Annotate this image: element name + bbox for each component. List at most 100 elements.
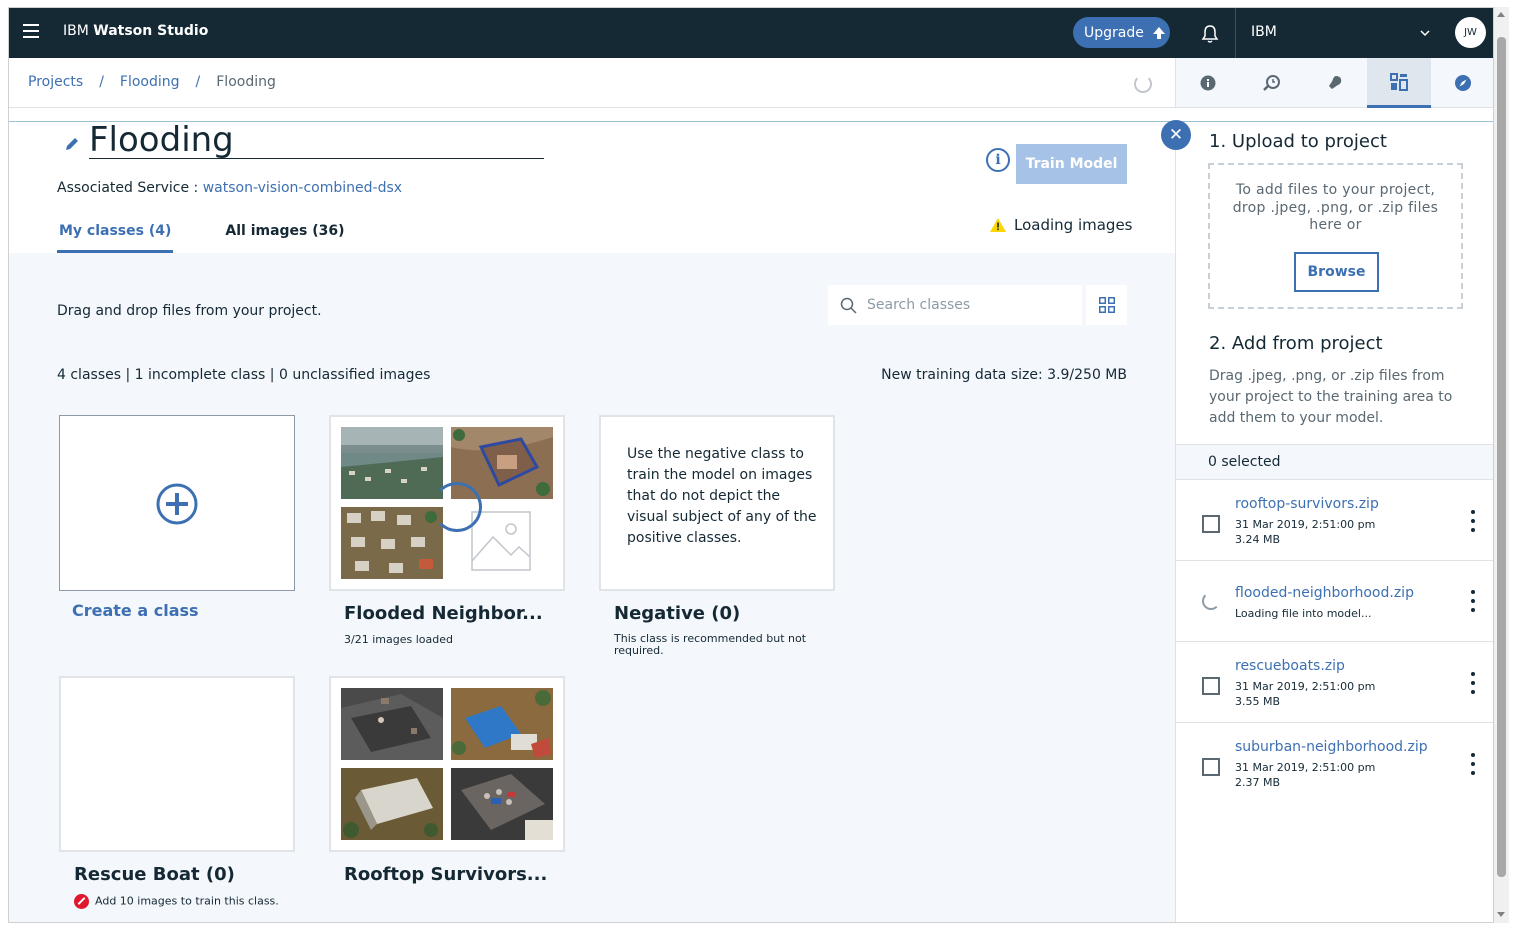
overflow-menu-icon[interactable]: [1468, 510, 1478, 532]
scrollbar-thumb[interactable]: [1497, 37, 1506, 877]
associated-service-link[interactable]: watson-vision-combined-dsx: [203, 180, 402, 196]
search-box[interactable]: [828, 285, 1082, 325]
upload-arrow-icon: [1152, 26, 1165, 39]
dropzone-text: To add files to your project, drop .jpeg…: [1232, 182, 1439, 233]
tab-history[interactable]: [1240, 58, 1304, 108]
vertical-scrollbar[interactable]: [1494, 7, 1509, 923]
create-class-card[interactable]: [59, 415, 295, 591]
class-card-negative[interactable]: Use the negative class to train the mode…: [599, 415, 835, 591]
add-from-project-description: Drag .jpeg, .png, or .zip files from you…: [1209, 368, 1453, 426]
loading-spinner-icon: [1134, 75, 1152, 93]
upgrade-button[interactable]: Upgrade: [1073, 17, 1170, 48]
thumbnail-image: [451, 768, 553, 840]
file-name[interactable]: rescueboats.zip: [1235, 658, 1345, 674]
overflow-menu-icon[interactable]: [1468, 672, 1478, 694]
upgrade-label: Upgrade: [1084, 24, 1144, 41]
info-circle-icon[interactable]: i: [986, 148, 1010, 172]
file-status: Loading file into model...: [1235, 607, 1372, 620]
brand-name: Watson Studio: [93, 23, 209, 39]
file-item[interactable]: suburban-neighborhood.zip 31 Mar 2019, 2…: [1176, 723, 1493, 804]
class-card-flooded-neighborhood[interactable]: [329, 415, 565, 591]
class-title[interactable]: Rescue Boat (0): [74, 864, 235, 885]
associated-service-label: Associated Service :: [57, 180, 199, 196]
class-thumbnails: [341, 427, 555, 581]
class-warning-text: Add 10 images to train this class.: [95, 894, 279, 908]
overflow-menu-icon[interactable]: [1468, 590, 1478, 612]
loading-spinner-icon: [432, 482, 482, 532]
class-card-rescue-boat[interactable]: [59, 676, 295, 852]
tab-my-classes[interactable]: My classes (4): [57, 216, 174, 253]
file-date: 31 Mar 2019, 2:51:00 pm: [1235, 518, 1376, 531]
grid-view-icon: [1098, 297, 1115, 313]
create-class-link[interactable]: Create a class: [72, 601, 199, 620]
file-size: 2.37 MB: [1235, 776, 1281, 789]
class-card-rooftop-survivors[interactable]: [329, 676, 565, 852]
file-name[interactable]: rooftop-survivors.zip: [1235, 496, 1379, 512]
brand-prefix: IBM: [63, 23, 89, 39]
datasize-value: 3.9/250 MB: [1047, 367, 1127, 383]
loading-status-text: Loading images: [1014, 216, 1133, 234]
grid-view-toggle[interactable]: [1086, 285, 1127, 325]
class-tabs: My classes (4) All images (36): [57, 216, 397, 254]
associated-service: Associated Service : watson-vision-combi…: [57, 180, 402, 196]
upload-dropzone[interactable]: To add files to your project, drop .jpeg…: [1208, 163, 1463, 309]
train-model-button[interactable]: Train Model: [1016, 144, 1127, 184]
file-checkbox[interactable]: [1202, 758, 1220, 776]
file-item[interactable]: flooded-neighborhood.zip Loading file in…: [1176, 561, 1493, 642]
browse-button[interactable]: Browse: [1294, 252, 1379, 292]
breadcrumb: Projects / Flooding / Flooding: [28, 74, 276, 90]
class-warning: Add 10 images to train this class.: [74, 894, 279, 909]
edit-pencil-icon[interactable]: [65, 137, 79, 151]
negative-class-description: Use the negative class to train the mode…: [627, 446, 817, 546]
model-title-input[interactable]: Flooding: [89, 122, 544, 159]
data-panel: 1. Upload to project To add files to you…: [1175, 122, 1493, 922]
tab-info[interactable]: [1176, 58, 1240, 108]
compass-icon: [1455, 75, 1472, 91]
file-checkbox[interactable]: [1202, 515, 1220, 533]
history-icon: [1262, 75, 1280, 91]
overflow-menu-icon[interactable]: [1468, 753, 1478, 775]
file-checkbox[interactable]: [1202, 677, 1220, 695]
class-title[interactable]: Flooded Neighbor...: [344, 603, 543, 624]
tab-data[interactable]: [1367, 58, 1432, 108]
user-avatar[interactable]: JW: [1455, 17, 1486, 48]
file-item[interactable]: rooftop-survivors.zip 31 Mar 2019, 2:51:…: [1176, 480, 1493, 561]
breadcrumb-projects[interactable]: Projects: [28, 74, 83, 90]
search-icon: [840, 297, 857, 314]
info-icon: [1200, 75, 1216, 91]
scroll-up-arrow-icon[interactable]: [1497, 12, 1505, 17]
add-from-project-heading: 2. Add from project: [1209, 333, 1383, 354]
loading-status: Loading images: [990, 216, 1132, 234]
search-input[interactable]: [867, 297, 1067, 313]
tab-all-images[interactable]: All images (36): [223, 216, 346, 253]
tab-explore[interactable]: [1431, 58, 1493, 108]
thumbnail-image: [341, 768, 443, 840]
file-name[interactable]: flooded-neighborhood.zip: [1235, 585, 1414, 601]
close-panel-button[interactable]: ✕: [1161, 120, 1191, 150]
breadcrumb-separator: /: [195, 74, 201, 90]
file-size: 3.55 MB: [1235, 695, 1281, 708]
account-divider: [1235, 8, 1236, 58]
file-name[interactable]: suburban-neighborhood.zip: [1235, 739, 1428, 755]
class-thumbnails: [341, 688, 555, 842]
thumbnail-image: [341, 427, 443, 499]
thumbnail-image: [341, 507, 443, 579]
image-placeholder-icon: [471, 511, 531, 571]
class-title[interactable]: Rooftop Survivors...: [344, 864, 547, 885]
scroll-down-arrow-icon[interactable]: [1497, 912, 1505, 917]
class-counts: 4 classes | 1 incomplete class | 0 uncla…: [57, 367, 431, 383]
file-item[interactable]: rescueboats.zip 31 Mar 2019, 2:51:00 pm …: [1176, 642, 1493, 723]
breadcrumb-current: Flooding: [216, 74, 276, 90]
class-title[interactable]: Negative (0): [614, 603, 740, 624]
breadcrumb-project[interactable]: Flooding: [120, 74, 180, 90]
file-date: 31 Mar 2019, 2:51:00 pm: [1235, 680, 1376, 693]
tab-insights[interactable]: [1304, 58, 1368, 108]
upload-heading: 1. Upload to project: [1209, 131, 1387, 152]
breadcrumb-separator: /: [99, 74, 104, 90]
notification-bell-icon[interactable]: [1199, 23, 1221, 45]
bulb-icon: [1329, 76, 1342, 89]
brand-title[interactable]: IBM Watson Studio: [63, 23, 208, 39]
hamburger-menu-icon[interactable]: [23, 24, 39, 38]
account-switcher-label[interactable]: IBM: [1251, 24, 1277, 40]
chevron-down-icon[interactable]: [1419, 27, 1431, 39]
